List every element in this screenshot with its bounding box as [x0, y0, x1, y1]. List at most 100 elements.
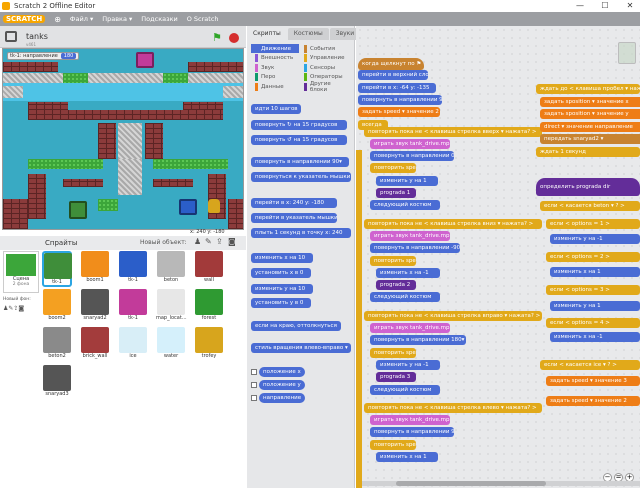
sprite-thumbnail[interactable]: tk-1	[118, 289, 148, 325]
script-block[interactable]: direct ▾ значение направление	[540, 121, 640, 132]
script-block[interactable]: повторять пока не < клавиша стрелка ввер…	[364, 126, 542, 137]
script-block[interactable]: повернуть в направлении 90▾	[370, 427, 454, 438]
menu-edit[interactable]: Правка ▾	[102, 15, 132, 23]
globe-icon[interactable]: ⊕	[54, 15, 61, 24]
sprite-thumbnail[interactable]: beton2	[42, 327, 72, 363]
script-block[interactable]: перейти в x: -64 y: -135	[358, 82, 436, 93]
script-block[interactable]: играть звук tank_drive.mp3 ▾	[370, 323, 450, 333]
reporter-block[interactable]: положение у	[259, 380, 305, 390]
palette-block[interactable]: повернуть ↻ на 15 градусов	[251, 120, 347, 130]
backdrop-tools-icon[interactable]: ♟✎⇪◙	[3, 305, 24, 312]
monitor-checkbox[interactable]	[251, 382, 257, 388]
palette-block[interactable]: стиль вращения влево-вправо ▾	[251, 343, 351, 353]
sprite-thumbnail[interactable]: trofey	[194, 327, 224, 363]
presentation-mode-icon[interactable]	[5, 31, 17, 42]
palette-block[interactable]: если на краю, оттолкнуться	[251, 321, 341, 331]
sprite-thumbnail[interactable]: beton	[156, 251, 186, 287]
script-block[interactable]: задать sposition ▾ значение x	[540, 96, 640, 107]
script-block[interactable]: повторить speed	[370, 439, 416, 450]
script-block[interactable]: повторить speed	[370, 255, 416, 266]
sprite-thumbnail[interactable]: ice	[118, 327, 148, 363]
category-item[interactable]: Другие блоки	[300, 81, 348, 93]
script-block[interactable]: играть звук tank_drive.mp3 ▾	[370, 230, 450, 241]
palette-block[interactable]: установить у в 0	[251, 298, 311, 308]
category-item[interactable]: Управление	[300, 54, 348, 63]
script-block[interactable]: повернуть в направлении 180▾	[370, 335, 466, 346]
script-block[interactable]: повторить speed	[370, 347, 416, 358]
script-block[interactable]: изменить х на -1	[550, 332, 640, 342]
sprite-thumbnail[interactable]: tk-1	[42, 251, 72, 287]
script-block[interactable]: следующий костюм	[370, 200, 440, 211]
script-block[interactable]: повторять пока не < клавиша стрелка влев…	[364, 402, 542, 413]
paint-sprite-icon[interactable]: ✎	[205, 237, 212, 246]
script-block[interactable]: перейти в верхний слой	[358, 70, 428, 81]
category-item[interactable]: Внешность	[251, 54, 299, 63]
menu-about[interactable]: О Scratch	[187, 15, 219, 23]
script-block[interactable]: prograda 1	[376, 188, 416, 198]
script-block[interactable]: если < options = 1 >	[546, 219, 640, 229]
script-block[interactable]: передать snaryad2 ▾	[540, 134, 640, 144]
stage-thumbnail[interactable]: Сцена 2 фона	[3, 251, 39, 293]
category-item[interactable]: Перо	[251, 73, 299, 82]
sprite-thumbnail[interactable]: boom1	[80, 251, 110, 287]
script-block[interactable]: изменить у на -1	[550, 234, 640, 244]
script-block[interactable]: когда щелкнут по ⚑	[358, 58, 424, 70]
monitor-checkbox[interactable]	[251, 395, 257, 401]
script-block[interactable]: повторять пока не < клавиша стрелка впра…	[364, 310, 542, 321]
category-item[interactable]: Сенсоры	[300, 63, 348, 72]
sprite-thumbnail[interactable]: snaryad3	[42, 365, 72, 401]
reporter-block[interactable]: направление	[259, 393, 305, 403]
player-tank-sprite[interactable]	[69, 201, 87, 219]
script-block[interactable]: играть звук tank_drive.mp3 ▾	[370, 415, 450, 426]
script-block[interactable]: изменить у на -1	[376, 359, 440, 370]
category-item[interactable]: Движение	[251, 44, 299, 53]
category-item[interactable]: Данные	[251, 82, 299, 91]
script-block[interactable]: задать speed ▾ значение 2	[358, 107, 440, 118]
script-block[interactable]: повторить speed	[370, 163, 416, 174]
script-block[interactable]: следующий костюм	[370, 384, 440, 395]
horizontal-scrollbar[interactable]	[356, 481, 640, 486]
sprite-thumbnail[interactable]: brick_wall	[80, 327, 110, 363]
palette-block[interactable]: перейти в x: 240 y: -180	[251, 198, 337, 208]
tab-scripts[interactable]: Скрипты	[247, 28, 287, 40]
script-block[interactable]: задать speed ▾ значение 3	[546, 376, 640, 386]
script-block[interactable]: задать speed ▾ значение 2	[546, 396, 640, 406]
trophy-sprite[interactable]	[208, 199, 220, 213]
script-block[interactable]: если < options = 2 >	[546, 252, 640, 262]
script-block[interactable]: если < касается beton ▾ ? >	[540, 201, 640, 211]
category-item[interactable]: Звук	[251, 63, 299, 72]
palette-block[interactable]: изменить х на 10	[251, 253, 313, 263]
script-block[interactable]: изменить у на 1	[376, 175, 438, 186]
script-block[interactable]: играть звук tank_drive.mp3 ▾	[370, 138, 450, 149]
palette-block[interactable]: изменить у на 10	[251, 284, 313, 294]
enemy-tank-sprite[interactable]	[179, 199, 197, 215]
menu-file[interactable]: Файл ▾	[70, 15, 93, 23]
stage-canvas[interactable]: tk-1: направление 180	[2, 48, 244, 230]
script-block[interactable]: ждать до < клавиша пробел ▾ нажата? >	[536, 84, 640, 94]
script-block[interactable]: изменить у на 1	[550, 301, 640, 311]
script-block[interactable]: задать sposition ▾ значение y	[540, 109, 640, 119]
palette-block[interactable]: перейти в указатель мышки ▾	[251, 213, 337, 223]
sprite-thumbnail[interactable]: wall	[194, 251, 224, 287]
sprite-thumbnail[interactable]: map_locat...	[156, 289, 187, 325]
camera-icon[interactable]: ◙	[228, 237, 236, 246]
stop-icon[interactable]	[229, 33, 239, 43]
maximize-button[interactable]: ☐	[595, 0, 615, 12]
palette-block[interactable]: повернуть в направлении 90▾	[251, 157, 349, 167]
script-block[interactable]: повернуть в направлении 90▾	[358, 94, 442, 105]
sprite-thumbnail[interactable]: forest	[194, 289, 224, 325]
palette-block[interactable]: установить х в 0	[251, 268, 311, 278]
scripts-area[interactable]: − = + когда щелкнут по ⚑ перейти в верхни…	[356, 26, 640, 488]
minimize-button[interactable]: —	[570, 0, 590, 12]
sprite-thumbnail[interactable]: water	[156, 327, 186, 363]
tab-costumes[interactable]: Костюмы	[287, 28, 329, 40]
script-block[interactable]: повернуть в направлении 0▾	[370, 151, 454, 162]
script-block[interactable]: ждать 1 секунд	[536, 146, 640, 157]
palette-block[interactable]: идти 10 шагов	[251, 104, 301, 114]
category-item[interactable]: События	[300, 44, 348, 53]
enemy-tank-sprite[interactable]	[136, 52, 154, 68]
sprite-thumbnail[interactable]: snaryad2	[80, 289, 110, 325]
project-title[interactable]: tanks	[26, 32, 48, 41]
palette-block[interactable]: повернуть ↺ на 15 градусов	[251, 135, 347, 145]
close-button[interactable]: ✕	[620, 0, 640, 12]
